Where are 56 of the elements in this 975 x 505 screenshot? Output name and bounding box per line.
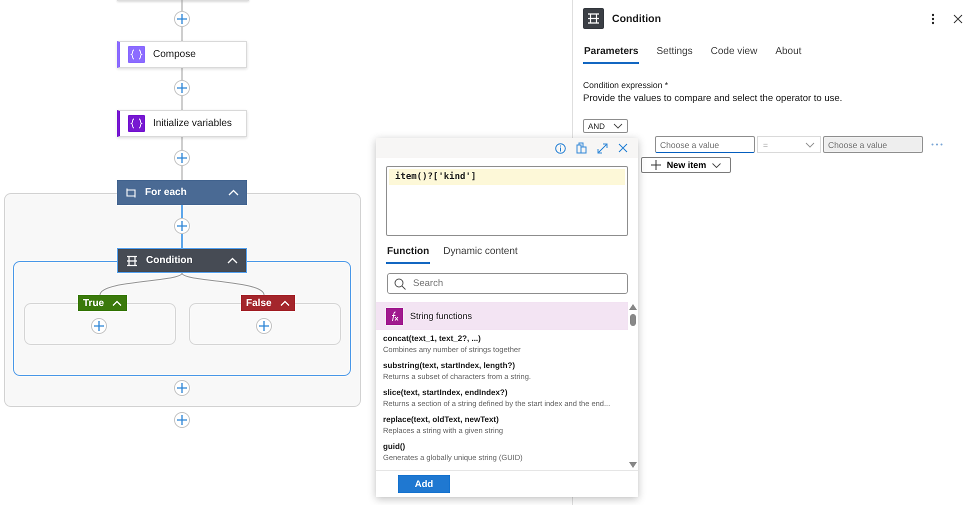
expression-text: item()?['kind']	[395, 172, 476, 182]
search-field[interactable]: Search	[387, 273, 628, 294]
panel-title: Condition	[612, 12, 661, 24]
add-step-button[interactable]	[174, 412, 190, 428]
node-title: Initialize variables	[153, 118, 233, 129]
function-icon	[386, 308, 403, 324]
search-icon	[394, 278, 406, 290]
node-title: Condition	[146, 255, 194, 266]
condition-icon	[583, 8, 604, 29]
expression-input[interactable]: item()?['kind']	[386, 166, 628, 236]
chevron-down-icon	[805, 142, 815, 148]
loop-icon	[125, 188, 137, 198]
more-options-icon[interactable]	[931, 12, 935, 24]
panel-tab[interactable]: Parameters	[583, 43, 640, 64]
chevron-down-icon	[712, 162, 722, 168]
scrollbar-thumb[interactable]	[630, 314, 636, 326]
chevron-up-icon[interactable]	[227, 257, 238, 264]
panel-tab[interactable]: Settings	[655, 43, 694, 64]
flow-node[interactable]: Initialize variables	[117, 110, 247, 137]
value-input[interactable]: Choose a value	[655, 136, 755, 153]
chevron-up-icon[interactable]	[228, 189, 239, 196]
add-step-button[interactable]	[174, 80, 190, 96]
content-tab[interactable]: Dynamic content	[442, 244, 519, 264]
category-header[interactable]: String functions	[376, 302, 628, 330]
chevron-down-icon	[613, 123, 623, 129]
flow-node[interactable]: Compose	[117, 41, 247, 68]
node-title: Compose	[153, 49, 197, 60]
new-item-button[interactable]: New item	[641, 157, 731, 173]
field-label: Condition expression *	[583, 80, 670, 90]
scroll-up-icon[interactable]	[629, 304, 637, 310]
braces-icon	[128, 115, 145, 132]
group-operator-dropdown[interactable]: AND	[583, 119, 628, 133]
branch-label[interactable]: True	[78, 295, 128, 311]
info-icon[interactable]	[555, 142, 566, 154]
add-step-button[interactable]	[174, 11, 190, 27]
field-description: Provide the values to compare and select the operator to use.	[583, 93, 844, 104]
condition-icon	[126, 254, 138, 266]
flow-node[interactable]: Condition	[117, 248, 247, 273]
content-tab[interactable]: Function	[386, 244, 430, 264]
clipboard-icon[interactable]	[576, 142, 587, 154]
add-step-button[interactable]	[174, 150, 190, 166]
expand-icon[interactable]	[597, 142, 608, 154]
plus-icon	[650, 160, 661, 170]
flow-node[interactable]: For each	[117, 180, 247, 205]
close-icon[interactable]	[953, 14, 963, 24]
node-title: For each	[145, 187, 188, 198]
add-button[interactable]: Add	[398, 475, 450, 493]
braces-icon	[128, 46, 145, 63]
scroll-down-icon[interactable]	[629, 462, 637, 468]
branch-label[interactable]: False	[241, 295, 295, 311]
category-title: String functions	[410, 311, 472, 321]
chevron-up-icon[interactable]	[112, 300, 122, 306]
panel-tab[interactable]: Code view	[710, 43, 758, 64]
panel-tab[interactable]: About	[774, 43, 802, 64]
chevron-up-icon[interactable]	[280, 300, 290, 306]
value-input[interactable]: Choose a value	[823, 136, 923, 153]
